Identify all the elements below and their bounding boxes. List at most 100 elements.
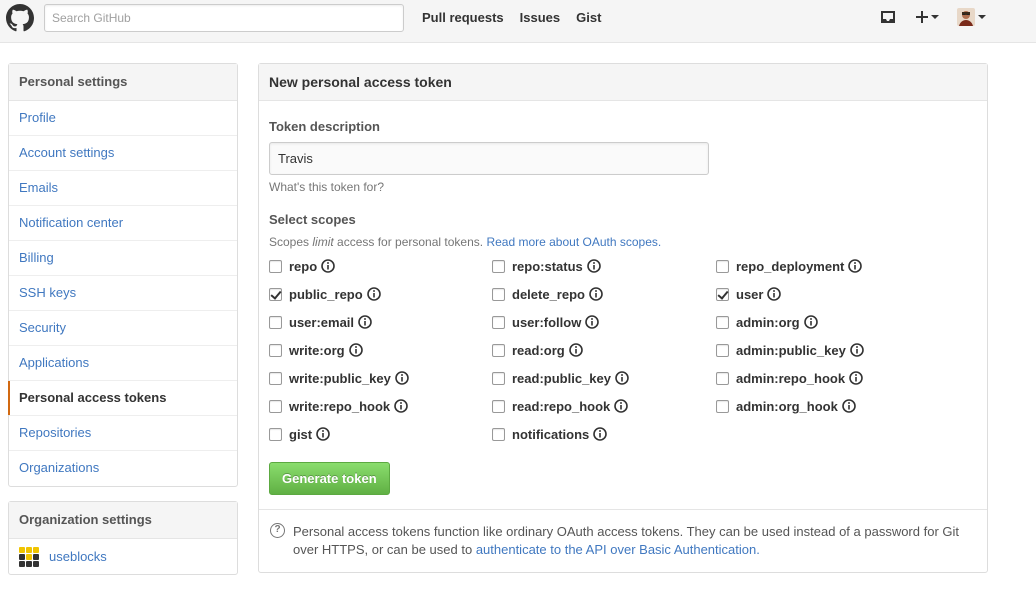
info-icon[interactable] (593, 427, 608, 441)
scope-read-org[interactable]: read:org (492, 342, 583, 358)
scope-label: user:email (289, 314, 355, 330)
nav-gist[interactable]: Gist (576, 10, 601, 25)
scope-checkbox-write-public-key[interactable] (269, 371, 282, 385)
scope-gist[interactable]: gist (269, 426, 330, 442)
scope-checkbox-repo[interactable] (269, 259, 282, 273)
sidebar-item-notification-center[interactable]: Notification center (9, 206, 237, 241)
info-icon[interactable] (585, 315, 600, 329)
scope-checkbox-public-repo[interactable] (269, 287, 282, 301)
info-icon[interactable] (358, 315, 372, 329)
info-icon[interactable] (850, 343, 864, 357)
header-actions (880, 8, 986, 26)
scope-write-repo-hook[interactable]: write:repo_hook (269, 398, 408, 414)
info-icon[interactable] (614, 399, 629, 413)
scope-repo-deployment[interactable]: repo_deployment (716, 258, 863, 274)
scope-checkbox-user[interactable] (716, 287, 729, 301)
user-menu-dropdown[interactable] (957, 8, 986, 26)
sidebar-item-organizations[interactable]: Organizations (9, 451, 237, 486)
scope-checkbox-repo-deployment[interactable] (716, 259, 729, 273)
scope-admin-org-hook[interactable]: admin:org_hook (716, 398, 856, 414)
scope-write-public-key[interactable]: write:public_key (269, 370, 409, 386)
nav-issues[interactable]: Issues (520, 10, 560, 25)
scope-repo-status[interactable]: repo:status (492, 258, 601, 274)
info-icon[interactable] (849, 371, 863, 385)
scopes-description: Scopes limit access for personal tokens.… (269, 235, 662, 249)
oauth-scopes-link[interactable]: Read more about OAuth scopes. (486, 235, 661, 249)
scope-checkbox-read-public-key[interactable] (492, 371, 505, 385)
scope-read-public-key[interactable]: read:public_key (492, 370, 629, 386)
info-icon[interactable] (589, 287, 603, 301)
scope-checkbox-admin-org[interactable] (716, 315, 729, 329)
scope-user-follow[interactable]: user:follow (492, 314, 600, 330)
sidebar-item-security[interactable]: Security (9, 311, 237, 346)
scope-label: write:repo_hook (289, 398, 391, 414)
scope-user-email[interactable]: user:email (269, 314, 372, 330)
scope-repo[interactable]: repo (269, 258, 335, 274)
info-icon[interactable] (394, 399, 408, 413)
scope-checkbox-admin-org-hook[interactable] (716, 399, 729, 413)
scope-checkbox-read-org[interactable] (492, 343, 505, 357)
search-input[interactable] (44, 4, 404, 32)
info-icon[interactable] (316, 427, 330, 441)
scope-checkbox-admin-public-key[interactable] (716, 343, 729, 357)
plus-icon (916, 11, 928, 23)
basic-auth-link[interactable]: authenticate to the API over Basic Authe… (476, 542, 760, 557)
github-logo-icon[interactable] (6, 4, 34, 32)
sidebar-item-emails[interactable]: Emails (9, 171, 237, 206)
sidebar-item-personal-access-tokens[interactable]: Personal access tokens (8, 381, 237, 416)
info-icon[interactable] (348, 343, 363, 357)
info-icon[interactable] (842, 399, 856, 413)
page-title: New personal access token (259, 64, 987, 101)
info-icon[interactable] (586, 259, 601, 273)
sidebar-item-account-settings[interactable]: Account settings (9, 136, 237, 171)
generate-token-button[interactable]: Generate token (269, 462, 390, 495)
scope-write-org[interactable]: write:org (269, 342, 363, 358)
nav-pull-requests[interactable]: Pull requests (422, 10, 504, 25)
info-icon[interactable] (767, 287, 782, 301)
scope-checkbox-admin-repo-hook[interactable] (716, 371, 729, 385)
token-description-label: Token description (269, 119, 380, 134)
sidebar-item-billing[interactable]: Billing (9, 241, 237, 276)
info-icon[interactable] (848, 259, 863, 273)
scope-checkbox-write-repo-hook[interactable] (269, 399, 282, 413)
scope-label: delete_repo (512, 286, 585, 302)
scope-checkbox-user-email[interactable] (269, 315, 282, 329)
info-icon[interactable] (568, 343, 583, 357)
sidebar-item-ssh-keys[interactable]: SSH keys (9, 276, 237, 311)
scope-admin-public-key[interactable]: admin:public_key (716, 342, 864, 358)
scope-checkbox-notifications[interactable] (492, 427, 505, 441)
scope-label: read:org (512, 342, 565, 358)
sidebar-item-org-useblocks[interactable]: useblocks (9, 539, 237, 574)
scope-checkbox-read-repo-hook[interactable] (492, 399, 505, 413)
info-icon[interactable] (803, 315, 818, 329)
scope-label: read:public_key (512, 370, 611, 386)
scope-delete-repo[interactable]: delete_repo (492, 286, 603, 302)
scope-label: repo:status (512, 258, 583, 274)
select-scopes-heading: Select scopes (269, 212, 356, 227)
token-description-input[interactable] (269, 142, 709, 175)
sidebar-item-profile[interactable]: Profile (9, 101, 237, 136)
info-icon[interactable] (615, 371, 629, 385)
info-icon[interactable] (321, 259, 335, 273)
scope-label: write:org (289, 342, 345, 358)
scope-label: read:repo_hook (512, 398, 611, 414)
scope-checkbox-repo-status[interactable] (492, 259, 505, 273)
scope-public-repo[interactable]: public_repo (269, 286, 381, 302)
scope-checkbox-write-org[interactable] (269, 343, 282, 357)
inbox-icon[interactable] (880, 9, 896, 25)
scope-checkbox-delete-repo[interactable] (492, 287, 505, 301)
info-icon[interactable] (366, 287, 381, 301)
scope-checkbox-gist[interactable] (269, 427, 282, 441)
sidebar-item-repositories[interactable]: Repositories (9, 416, 237, 451)
scope-checkbox-user-follow[interactable] (492, 315, 505, 329)
new-token-panel: New personal access token Token descript… (258, 63, 988, 573)
sidebar-item-applications[interactable]: Applications (9, 346, 237, 381)
scope-admin-repo-hook[interactable]: admin:repo_hook (716, 370, 863, 386)
create-new-dropdown[interactable] (916, 11, 939, 23)
organization-settings-menu: Organization settings useblocks (8, 501, 238, 575)
scope-read-repo-hook[interactable]: read:repo_hook (492, 398, 629, 414)
scope-admin-org[interactable]: admin:org (716, 314, 818, 330)
info-icon[interactable] (395, 371, 409, 385)
scope-user[interactable]: user (716, 286, 782, 302)
scope-notifications[interactable]: notifications (492, 426, 608, 442)
